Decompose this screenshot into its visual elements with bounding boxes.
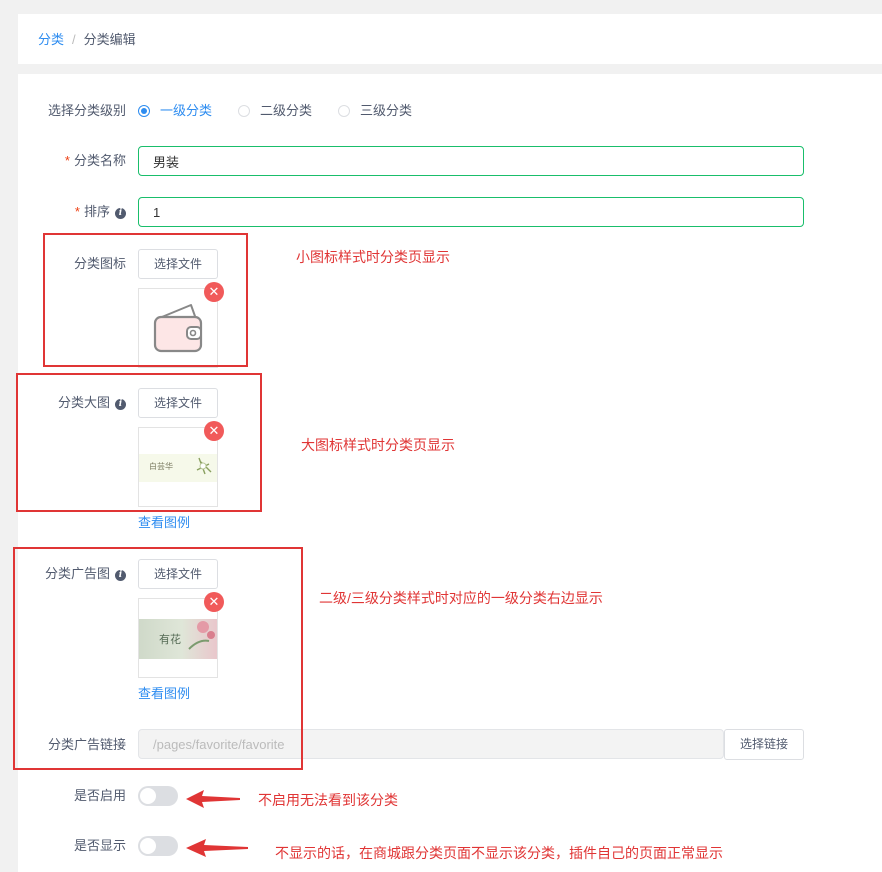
- radio-dot: [238, 105, 250, 117]
- radio-level-2-label: 二级分类: [260, 103, 313, 118]
- arrow-left-icon: [186, 790, 240, 808]
- radio-level-3[interactable]: 三级分类: [338, 102, 412, 120]
- icon-annotation-box: [43, 233, 248, 367]
- sort-label: * 排序 i: [30, 203, 126, 221]
- show-switch[interactable]: [138, 836, 178, 856]
- radio-level-1-label: 一级分类: [160, 103, 213, 118]
- enable-label: 是否启用: [73, 788, 126, 803]
- radio-level-1[interactable]: 一级分类: [138, 102, 212, 120]
- enable-switch[interactable]: [138, 786, 178, 806]
- category-name-input[interactable]: [138, 146, 804, 176]
- show-annotation-note: 不显示的话，在商城跟分类页面不显示该分类，插件自己的页面正常显示: [275, 845, 723, 861]
- big-image-annotation-note: 大图标样式时分类页显示: [301, 437, 455, 453]
- ad-image-annotation-note: 二级/三级分类样式时对应的一级分类右边显示: [319, 590, 603, 606]
- icon-annotation-note: 小图标样式时分类页显示: [296, 249, 450, 265]
- required-mark: *: [74, 204, 80, 219]
- ad-image-annotation-box: [13, 547, 303, 770]
- sort-label-text: 排序: [83, 204, 110, 219]
- radio-dot: [138, 105, 150, 117]
- breadcrumb-separator: /: [72, 32, 76, 47]
- big-image-example-link[interactable]: 查看图例: [138, 514, 190, 532]
- level-label: 选择分类级别: [47, 103, 126, 118]
- breadcrumb-current: 分类编辑: [83, 32, 136, 47]
- breadcrumb-card: [18, 14, 882, 64]
- big-image-annotation-box: [16, 373, 262, 512]
- required-mark: *: [64, 153, 70, 168]
- choose-link-button[interactable]: 选择链接: [724, 729, 804, 760]
- radio-level-2[interactable]: 二级分类: [238, 102, 312, 120]
- show-label: 是否显示: [73, 838, 126, 853]
- breadcrumb-parent-link[interactable]: 分类: [38, 32, 64, 47]
- enable-annotation-note: 不启用无法看到该分类: [258, 792, 398, 808]
- arrow-left-icon: [186, 839, 248, 857]
- breadcrumb: 分类 / 分类编辑: [38, 31, 136, 49]
- name-label-text: 分类名称: [73, 153, 126, 168]
- sort-input[interactable]: [138, 197, 804, 227]
- name-label: * 分类名称: [30, 152, 126, 170]
- radio-dot: [338, 105, 350, 117]
- radio-level-3-label: 三级分类: [360, 103, 413, 118]
- info-icon[interactable]: i: [115, 208, 126, 219]
